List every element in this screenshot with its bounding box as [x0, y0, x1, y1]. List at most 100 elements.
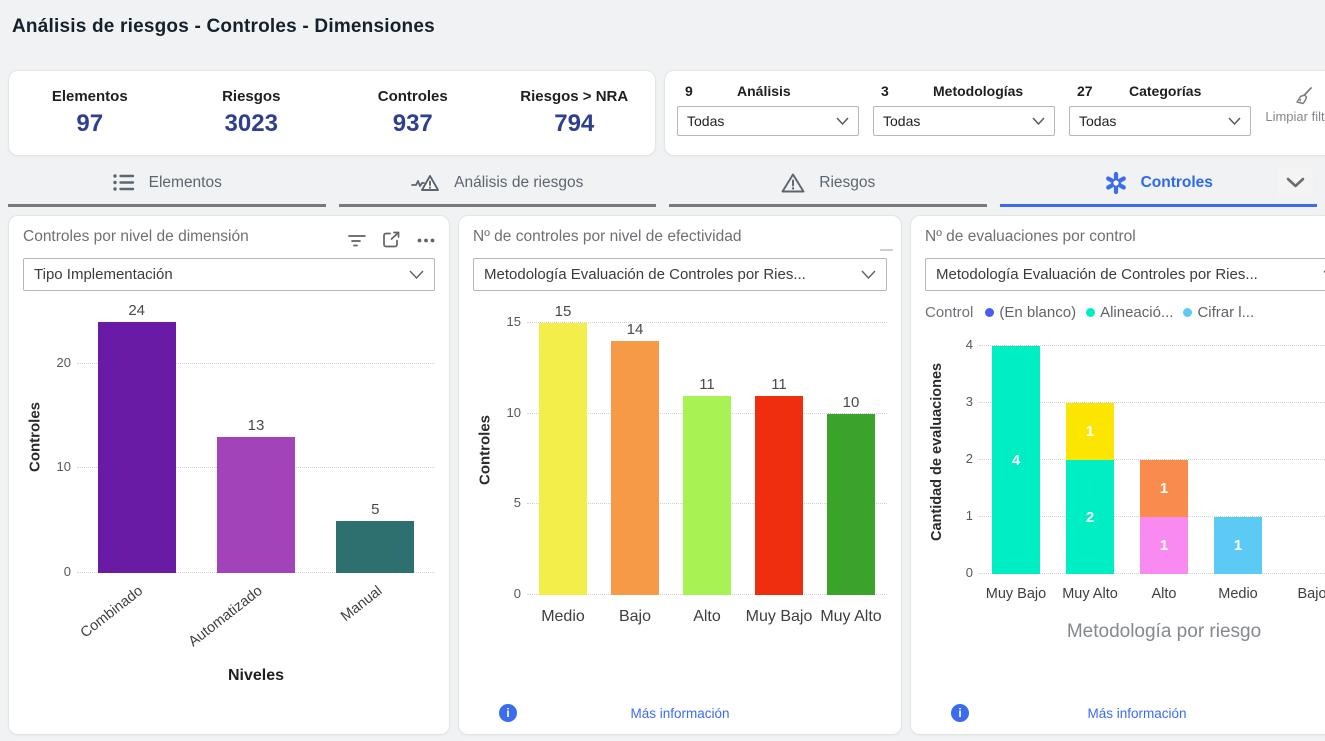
- y-tick-label: 10: [49, 459, 71, 474]
- tab-elementos[interactable]: Elementos: [8, 165, 326, 207]
- x-axis-label: Muy Bajo: [743, 607, 815, 628]
- bar-segment[interactable]: 1: [1140, 517, 1188, 574]
- bar-segment[interactable]: [336, 521, 414, 573]
- bar-manual[interactable]: [336, 521, 414, 573]
- bar-segment[interactable]: 2: [1066, 460, 1114, 574]
- kpi-value: 3023: [171, 110, 333, 138]
- bar-bajo[interactable]: [611, 341, 659, 595]
- tab-controles[interactable]: Controles: [1000, 165, 1318, 207]
- y-tick-label: 2: [951, 451, 973, 466]
- legend-title: Control: [925, 304, 973, 321]
- x-axis-title: Niveles: [77, 667, 435, 685]
- bar-medio[interactable]: 1: [1214, 517, 1262, 574]
- x-labels: MedioBajoAltoMuy BajoMuy Alto: [527, 607, 887, 628]
- bar-segment[interactable]: [217, 437, 295, 573]
- x-axis-title: Metodología por riesgo: [979, 621, 1325, 643]
- plot: 0102024135: [77, 301, 435, 573]
- bar-segment[interactable]: 1: [1140, 460, 1188, 517]
- tab-analisis-de-riesgos[interactable]: Análisis de riesgos: [339, 165, 657, 207]
- y-tick-label: 0: [499, 586, 521, 601]
- bar-alto[interactable]: 11: [1140, 460, 1188, 574]
- collapse-tabs-button[interactable]: [1277, 167, 1313, 197]
- kpi-riesgos-nra: Riesgos > NRA 794: [494, 88, 656, 138]
- y-tick-label: 1: [951, 508, 973, 523]
- clear-filters-button[interactable]: Limpiar filtros: [1265, 79, 1325, 125]
- filter-card: 9 Análisis Todas 3 Metodologías Todas: [664, 70, 1325, 156]
- bar-muy-bajo[interactable]: [755, 396, 803, 595]
- filter-label: Metodologías: [933, 83, 1023, 99]
- bar-value-label: 24: [81, 302, 193, 319]
- tab-riesgos[interactable]: Riesgos: [669, 165, 987, 207]
- top-row: Elementos 97 Riesgos 3023 Controles 937 …: [8, 70, 1317, 156]
- bar-muy-alto[interactable]: [827, 414, 875, 595]
- dashboard: Análisis de riesgos - Controles - Dimens…: [0, 0, 1325, 741]
- x-axis-label: Manual: [319, 573, 431, 667]
- more-info-link[interactable]: Más información: [477, 706, 883, 721]
- categorias-dropdown[interactable]: Todas: [1069, 106, 1251, 136]
- kpi-card: Elementos 97 Riesgos 3023 Controles 937 …: [8, 70, 656, 156]
- kpi-elementos: Elementos 97: [9, 88, 171, 138]
- bar-chart-dimension: Controles 0102024135 CombinadoAutomatiza…: [23, 301, 435, 685]
- filter-count: 27: [1077, 83, 1129, 99]
- filter-label: Categorías: [1129, 83, 1201, 99]
- bar-segment[interactable]: 4: [992, 346, 1040, 574]
- bar-segment[interactable]: [98, 322, 176, 573]
- evaluaciones-dropdown[interactable]: Metodología Evaluación de Controles por …: [925, 258, 1325, 291]
- broom-icon: [1293, 85, 1315, 107]
- bar-combinado[interactable]: [98, 322, 176, 573]
- filter-label: Análisis: [737, 83, 791, 99]
- bar-chart-efectividad: Controles 0510151514111110 MedioBajoAlto…: [473, 305, 887, 628]
- more-options-icon[interactable]: [417, 238, 435, 243]
- bar-muy-alto[interactable]: 12: [1066, 403, 1114, 574]
- x-axis-label: Medio: [527, 607, 599, 628]
- bar-value-label: 10: [815, 394, 887, 411]
- analisis-dropdown[interactable]: Todas: [677, 106, 859, 136]
- y-axis-title: Controles: [473, 305, 497, 595]
- legend-item-alineacion[interactable]: Alineació...: [1086, 304, 1173, 321]
- visuals-row: Controles por nivel de dimensión Tipo Im…: [8, 215, 1317, 735]
- bar-alto[interactable]: [683, 396, 731, 595]
- y-tick-label: 0: [49, 564, 71, 579]
- bar-muy-bajo[interactable]: 4: [992, 346, 1040, 574]
- bar-segment[interactable]: [539, 323, 587, 595]
- bar-value-label: 5: [319, 501, 431, 518]
- efectividad-dropdown[interactable]: Metodología Evaluación de Controles por …: [473, 258, 887, 291]
- bar-medio[interactable]: [539, 323, 587, 595]
- filter-icon[interactable]: [348, 233, 366, 247]
- bar-segment[interactable]: [827, 414, 875, 595]
- bar-segment[interactable]: [683, 396, 731, 595]
- focus-mode-icon[interactable]: [382, 231, 401, 249]
- x-axis-label: Combinado: [81, 573, 193, 667]
- plot: 0510151514111110: [527, 305, 887, 595]
- filter-group-analisis: 9 Análisis Todas: [677, 79, 859, 136]
- y-tick-label: 5: [499, 495, 521, 510]
- card-evaluaciones-por-control: Nº de evaluaciones por control Metodolog…: [910, 215, 1325, 735]
- legend-item-en-blanco[interactable]: (En blanco): [985, 304, 1076, 321]
- y-tick-label: 3: [951, 394, 973, 409]
- kpi-label: Riesgos: [171, 88, 333, 105]
- list-icon: [112, 172, 136, 193]
- metodologias-dropdown[interactable]: Todas: [873, 106, 1055, 136]
- bar-automatizado[interactable]: [217, 437, 295, 573]
- visual-header-icons: [348, 231, 435, 249]
- chevron-down-icon: [409, 270, 424, 279]
- filter-count: 3: [881, 83, 933, 99]
- bar-value-label: 14: [599, 321, 671, 338]
- x-labels: CombinadoAutomatizadoManual: [77, 573, 435, 667]
- bar-segment[interactable]: 1: [1214, 517, 1262, 574]
- chevron-down-icon: [1228, 117, 1241, 125]
- y-tick-label: 10: [499, 405, 521, 420]
- legend-item-cifrar[interactable]: Cifrar l...: [1183, 304, 1254, 321]
- more-info-link[interactable]: Más información: [929, 706, 1325, 721]
- dimension-dropdown[interactable]: Tipo Implementación: [23, 258, 435, 291]
- bar-segment[interactable]: 1: [1066, 403, 1114, 460]
- y-tick-label: 15: [499, 314, 521, 329]
- kpi-label: Controles: [332, 88, 494, 105]
- filter-group-categorias: 27 Categorías Todas: [1069, 79, 1251, 136]
- bar-value-label: 15: [527, 303, 599, 320]
- card-controles-por-efectividad: Nº de controles por nivel de efectividad…: [458, 215, 902, 735]
- bar-segment[interactable]: [755, 396, 803, 595]
- bar-segment[interactable]: [611, 341, 659, 595]
- chevron-down-icon: [836, 117, 849, 125]
- filter-group-metodologias: 3 Metodologías Todas: [873, 79, 1055, 136]
